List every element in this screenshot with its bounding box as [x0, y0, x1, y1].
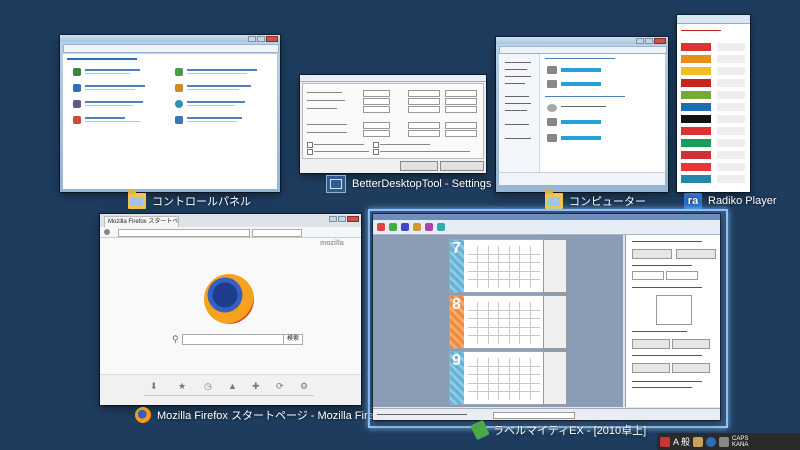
radiko-thumbnail[interactable]	[677, 15, 750, 192]
bdt-app-icon	[326, 175, 346, 193]
firefox-caption: Mozilla Firefox スタートページ - Mozilla Firefo…	[135, 407, 388, 423]
firefox-icon	[135, 407, 151, 423]
drive-icon	[547, 80, 557, 88]
bdt-checkbox[interactable]	[307, 142, 313, 148]
bdt-button[interactable]	[400, 161, 438, 171]
hardware-icon	[73, 100, 81, 108]
sync-icon[interactable]: ⟳	[276, 381, 286, 391]
label-mighty-thumbnail[interactable]: 7 8 9	[373, 214, 720, 420]
caps-kana-indicator: CAPS KANA	[732, 435, 749, 448]
panel-button[interactable]	[632, 363, 670, 373]
details-pane	[499, 172, 665, 185]
computer-icon	[545, 190, 563, 209]
bookmarks-icon[interactable]: ★	[178, 381, 188, 391]
drive-usage-bar	[561, 68, 601, 72]
start-search-button[interactable]: 検索	[283, 334, 303, 345]
user-accounts-icon	[175, 68, 183, 76]
bdt-caption: BetterDesktopTool - Settings	[326, 175, 491, 193]
downloads-icon[interactable]: ⬇	[150, 381, 160, 391]
calendar-month[interactable]: 8	[449, 295, 545, 349]
start-search-input[interactable]	[182, 334, 284, 345]
side-panel[interactable]	[625, 235, 720, 407]
panel-button[interactable]	[632, 339, 670, 349]
computer-title: コンピューター	[569, 196, 646, 208]
bdt-button[interactable]	[440, 161, 484, 171]
label-canvas[interactable]: 7 8 9	[373, 235, 623, 407]
history-icon[interactable]: ◷	[204, 381, 214, 391]
radiko-title: Radiko Player	[708, 195, 777, 207]
nav-pane[interactable]	[499, 54, 540, 184]
label-mighty-caption: ラベルマイティEX - [2010卓上]	[470, 419, 647, 441]
clock-region-icon	[175, 100, 183, 108]
panel-button[interactable]	[632, 249, 672, 259]
firefox-thumbnail[interactable]: Mozilla Firefox スタートペ… mozilla ⚲ 検索 ⬇ ★ …	[100, 214, 361, 405]
apps-icon[interactable]: ▲	[228, 381, 238, 391]
label-toolbar[interactable]	[373, 220, 720, 235]
bdt-checkbox[interactable]	[307, 149, 313, 155]
calendar-month[interactable]: 7	[449, 239, 545, 293]
bdt-tabs[interactable]	[300, 75, 486, 82]
network-icon	[73, 84, 81, 92]
control-panel-icon	[128, 190, 146, 209]
panel-button[interactable]	[676, 249, 716, 259]
url-bar[interactable]	[118, 229, 250, 237]
firefox-tabbar: Mozilla Firefox スタートペ…	[100, 214, 361, 227]
photo-placeholder	[543, 351, 567, 405]
bdt-checkbox[interactable]	[373, 149, 379, 155]
firefox-logo	[204, 274, 254, 324]
drive-usage-bar	[561, 120, 601, 124]
ease-of-access-icon	[175, 116, 183, 124]
label-mighty-title: ラベルマイティEX - [2010卓上]	[493, 425, 647, 437]
back-icon[interactable]	[104, 229, 110, 235]
drive-icon	[547, 118, 557, 126]
firefox-title: Mozilla Firefox スタートページ - Mozilla Firefo…	[157, 410, 389, 422]
control-panel-title: コントロールパネル	[152, 196, 251, 208]
panel-button[interactable]	[672, 339, 710, 349]
station-list[interactable]	[681, 43, 746, 188]
drive-usage-bar	[561, 136, 601, 140]
appearance-icon	[175, 84, 183, 92]
options-icon[interactable]: ⚙	[300, 381, 310, 391]
drive-usage-bar	[561, 82, 601, 86]
help-icon[interactable]	[706, 436, 717, 447]
computer-caption: コンピューター	[545, 190, 646, 209]
addons-icon[interactable]: ✚	[252, 381, 262, 391]
panel-button[interactable]	[672, 363, 710, 373]
zoom-slider[interactable]	[493, 412, 575, 419]
status-bar	[373, 408, 720, 420]
calendar-month[interactable]: 9	[449, 351, 545, 405]
computer-thumbnail[interactable]	[496, 37, 668, 192]
photo-placeholder	[543, 239, 567, 293]
launcher-bar: ⬇ ★ ◷ ▲ ✚ ⟳ ⚙	[100, 374, 361, 405]
tray-app-icon[interactable]	[660, 436, 670, 447]
system-security-icon	[73, 68, 81, 76]
drive-icon	[547, 134, 557, 142]
firefox-tab[interactable]: Mozilla Firefox スタートペ…	[104, 216, 179, 227]
programs-icon	[73, 116, 81, 124]
address-bar[interactable]	[63, 44, 279, 53]
mozilla-brand: mozilla	[320, 240, 344, 247]
ime-tool-icon[interactable]	[693, 436, 704, 447]
control-panel-caption: コントロールパネル	[128, 190, 251, 209]
ime-mode-indicator[interactable]: A 般	[673, 435, 690, 448]
photo-placeholder	[543, 295, 567, 349]
radiko-caption: ra Radiko Player	[684, 193, 776, 209]
control-panel-content	[63, 54, 277, 189]
search-bar[interactable]	[252, 229, 302, 237]
panel-preview	[656, 295, 692, 325]
bdt-thumbnail[interactable]	[300, 75, 486, 173]
search-icon: ⚲	[172, 334, 179, 344]
panel-select[interactable]	[632, 271, 664, 280]
drive-icon	[547, 66, 557, 74]
bdt-checkbox[interactable]	[373, 142, 379, 148]
address-bar[interactable]	[499, 46, 667, 54]
ime-settings-icon[interactable]	[719, 436, 730, 447]
radiko-icon: ra	[684, 193, 702, 209]
label-mighty-icon	[470, 419, 490, 441]
dvd-icon	[547, 104, 557, 112]
panel-select[interactable]	[666, 271, 698, 280]
control-panel-thumbnail[interactable]	[60, 35, 280, 192]
system-tray: A 般 CAPS KANA	[657, 433, 800, 450]
bdt-title: BetterDesktopTool - Settings	[352, 178, 492, 190]
